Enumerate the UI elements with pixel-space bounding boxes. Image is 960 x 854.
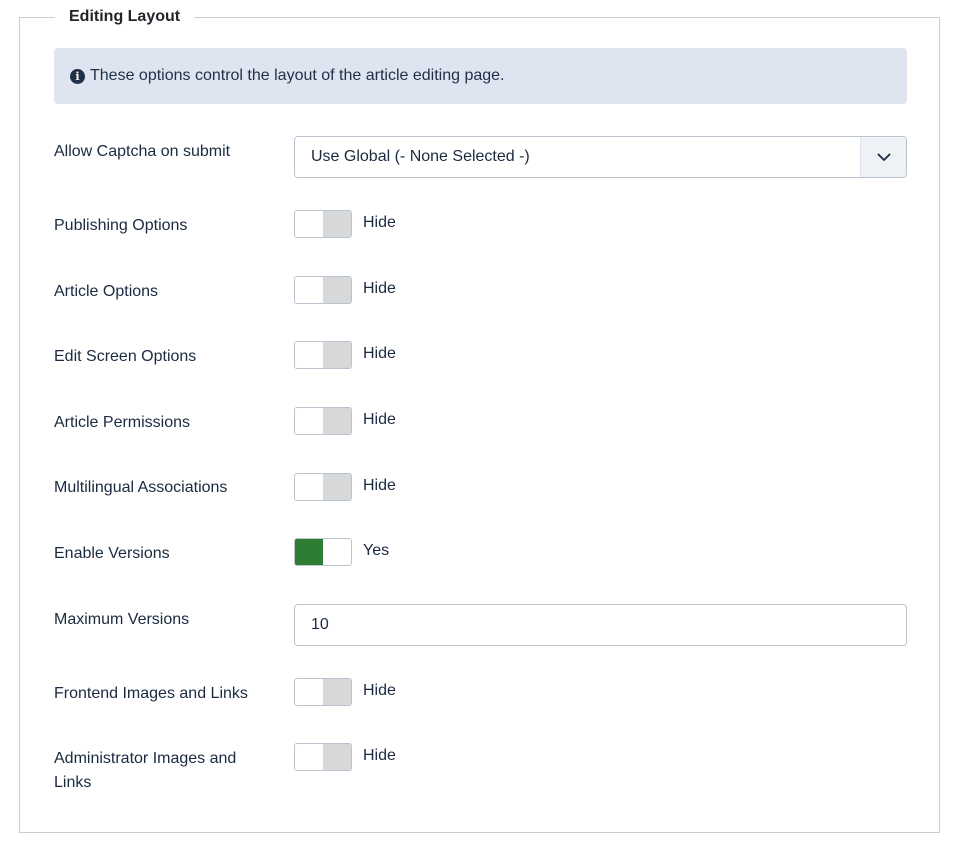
frontend-images-links-state: Hide [363, 682, 396, 699]
info-alert: i These options control the layout of th… [54, 48, 907, 104]
article-permissions-toggle[interactable] [294, 407, 352, 435]
enable-versions-label: Enable Versions [54, 545, 170, 562]
publishing-options-label: Publishing Options [54, 217, 188, 234]
edit-screen-options-state: Hide [363, 345, 396, 362]
captcha-select[interactable]: Use Global (- None Selected -) [294, 136, 907, 178]
publishing-options-toggle[interactable] [294, 210, 352, 238]
maximum-versions-label: Maximum Versions [54, 611, 190, 628]
edit-screen-options-label: Edit Screen Options [54, 348, 197, 365]
fieldset-legend: Editing Layout [55, 7, 195, 27]
article-options-state: Hide [363, 280, 396, 297]
article-permissions-label: Article Permissions [54, 414, 191, 431]
captcha-select-value: Use Global (- None Selected -) [311, 148, 530, 165]
chevron-down-icon[interactable] [860, 137, 906, 177]
enable-versions-state: Yes [363, 542, 390, 559]
administrator-images-links-toggle[interactable] [294, 743, 352, 771]
maximum-versions-input[interactable] [294, 604, 907, 646]
info-icon: i [70, 68, 85, 84]
administrator-images-links-label: Administrator Images and Links [54, 750, 237, 791]
multilingual-associations-toggle[interactable] [294, 473, 352, 501]
alert-text: These options control the layout of the … [90, 67, 505, 84]
publishing-options-state: Hide [363, 214, 396, 231]
multilingual-associations-label: Multilingual Associations [54, 479, 228, 496]
article-options-toggle[interactable] [294, 276, 352, 304]
multilingual-associations-state: Hide [363, 477, 396, 494]
article-permissions-state: Hide [363, 411, 396, 428]
article-options-label: Article Options [54, 283, 159, 300]
captcha-label: Allow Captcha on submit [54, 143, 231, 160]
frontend-images-links-label: Frontend Images and Links [54, 685, 248, 702]
administrator-images-links-state: Hide [363, 747, 396, 764]
enable-versions-toggle[interactable] [294, 538, 352, 566]
edit-screen-options-toggle[interactable] [294, 341, 352, 369]
frontend-images-links-toggle[interactable] [294, 678, 352, 706]
